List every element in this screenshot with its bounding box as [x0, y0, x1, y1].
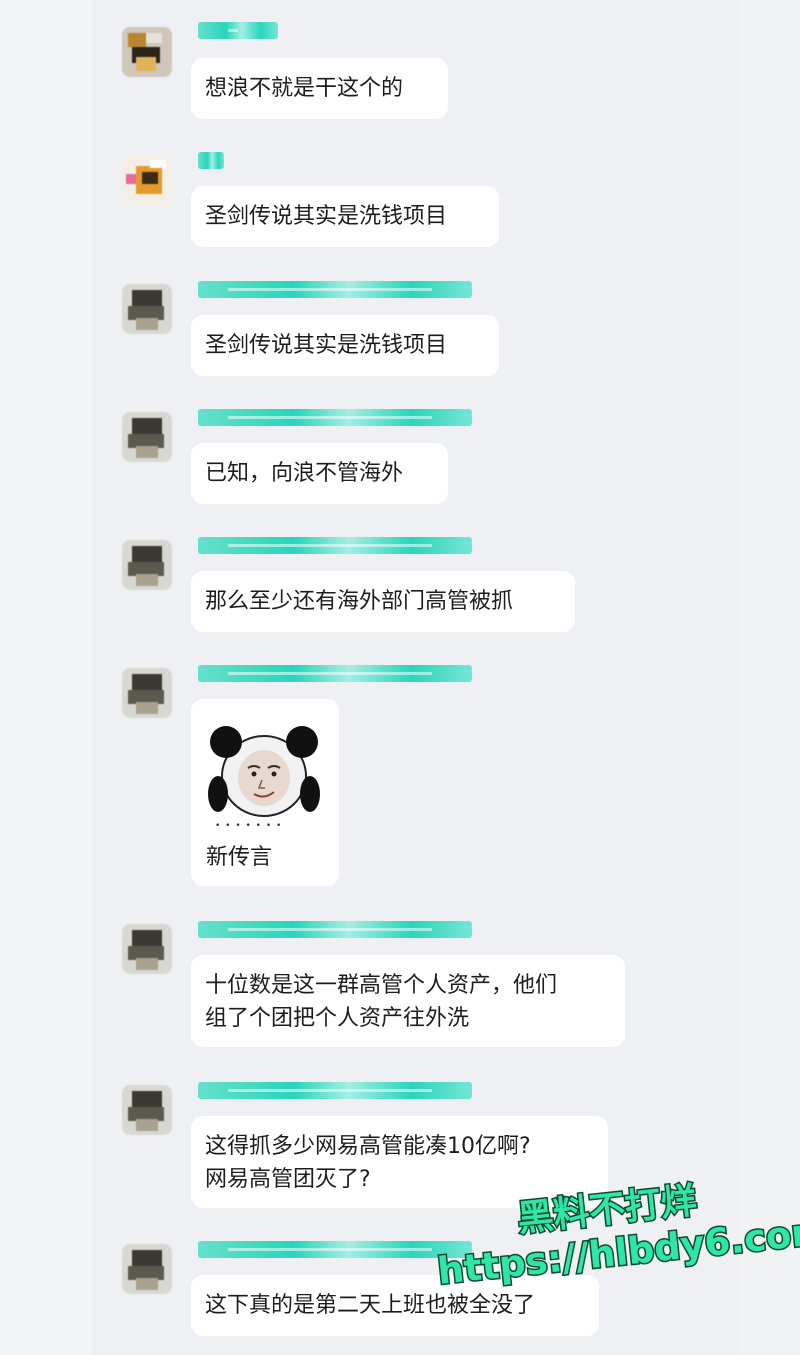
- sender-name[interactable]: [198, 281, 472, 298]
- sender-name[interactable]: [198, 152, 224, 169]
- avatar[interactable]: [122, 1244, 172, 1294]
- avatar[interactable]: [122, 668, 172, 718]
- avatar[interactable]: [122, 284, 172, 334]
- sticker-caption-dots: • • • • • • •: [215, 821, 283, 831]
- sender-name[interactable]: [198, 1241, 472, 1258]
- sender-name[interactable]: [198, 921, 472, 938]
- panda-face-icon: [208, 726, 320, 817]
- message-bubble[interactable]: 想浪不就是干这个的: [191, 58, 448, 119]
- message-bubble[interactable]: 圣剑传说其实是洗钱项目: [191, 186, 499, 247]
- sender-name[interactable]: [198, 665, 472, 682]
- message-bubble[interactable]: 已知，向浪不管海外: [191, 443, 448, 504]
- sender-name[interactable]: [198, 537, 472, 554]
- avatar[interactable]: [122, 1085, 172, 1135]
- message-bubble[interactable]: 圣剑传说其实是洗钱项目: [191, 315, 499, 376]
- sender-name[interactable]: [198, 22, 278, 39]
- message-bubble[interactable]: 这下真的是第二天上班也被全没了: [191, 1275, 599, 1336]
- avatar[interactable]: [122, 540, 172, 590]
- sticker-text: 新传言: [206, 845, 273, 870]
- message-bubble[interactable]: 十位数是这一群高管个人资产，他们 组了个团把个人资产往外洗: [191, 955, 625, 1047]
- sticker-message[interactable]: • • • • • • • 新传言: [191, 699, 339, 886]
- sender-name[interactable]: [198, 409, 472, 426]
- avatar[interactable]: [122, 27, 172, 77]
- avatar[interactable]: [122, 412, 172, 462]
- right-margin: [740, 0, 800, 1355]
- message-bubble[interactable]: 那么至少还有海外部门高管被抓: [191, 571, 575, 632]
- panda-meme-sticker[interactable]: [206, 714, 323, 831]
- avatar[interactable]: [122, 156, 172, 206]
- sender-name[interactable]: [198, 1082, 472, 1099]
- left-margin: [0, 0, 92, 1355]
- avatar[interactable]: [122, 924, 172, 974]
